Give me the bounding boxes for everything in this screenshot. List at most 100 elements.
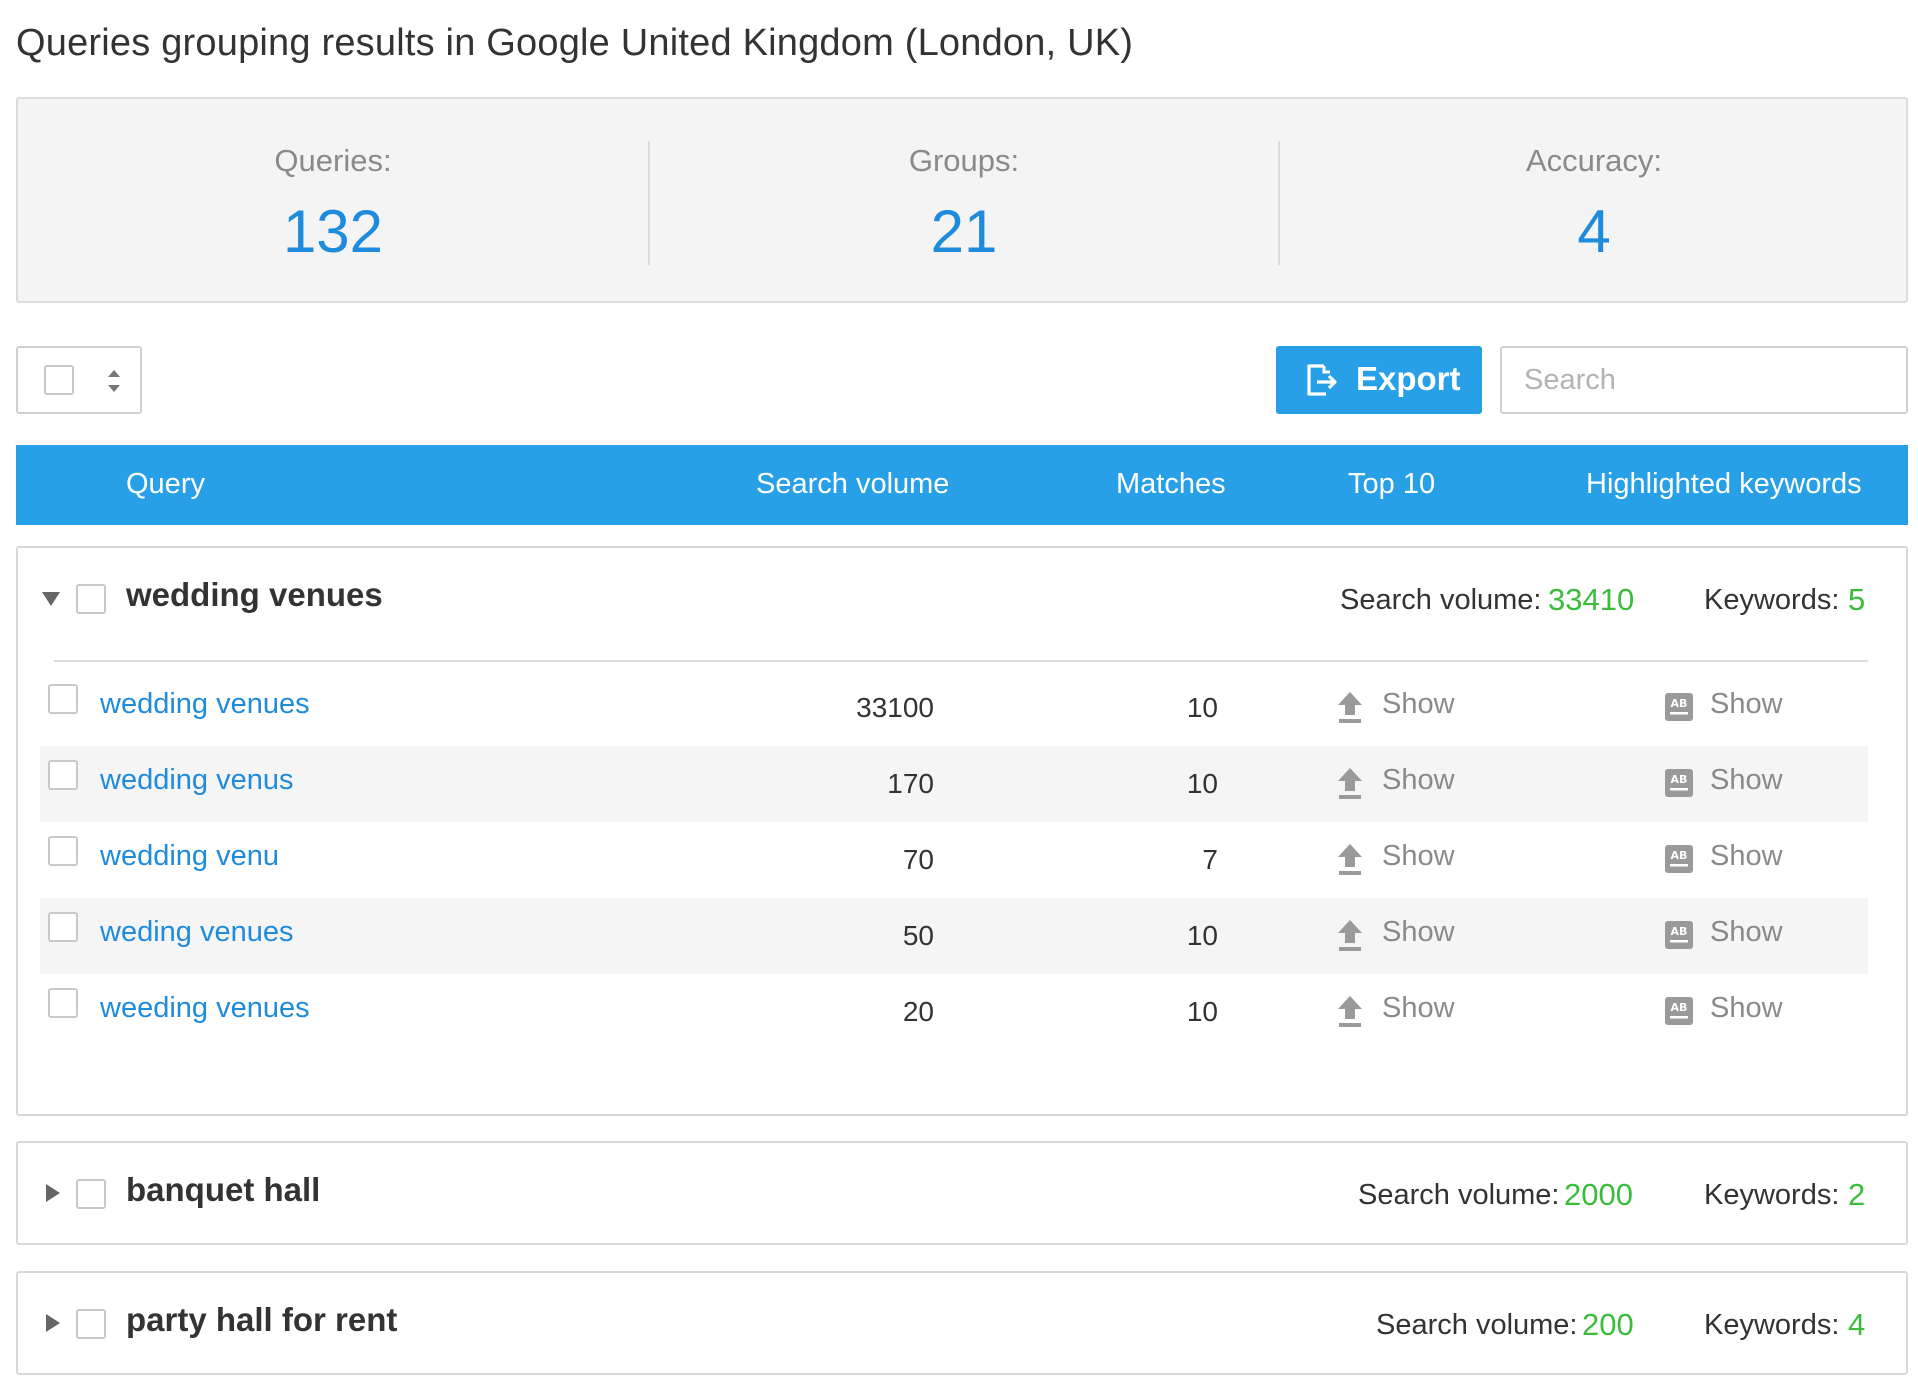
- search-volume-cell: 50: [902, 920, 934, 951]
- ab-text-icon[interactable]: AB: [1664, 996, 1694, 1026]
- row-checkbox[interactable]: [48, 836, 78, 866]
- svg-text:AB: AB: [1671, 1001, 1688, 1014]
- stat-groups-value: 21: [930, 198, 998, 265]
- group-keywords-label: Keywords:: [1704, 584, 1840, 616]
- group-checkbox[interactable]: [76, 1309, 106, 1339]
- group-search-volume-label: Search volume:: [1340, 584, 1542, 616]
- upload-arrow-icon[interactable]: [1336, 690, 1364, 724]
- query-link[interactable]: weding venues: [100, 916, 293, 949]
- select-all-dropdown[interactable]: [16, 346, 142, 414]
- row-checkbox[interactable]: [48, 912, 78, 942]
- page-root: Queries grouping results in Google Unite…: [0, 0, 1918, 1387]
- stat-accuracy-value: 4: [1577, 198, 1611, 265]
- ab-text-icon[interactable]: AB: [1664, 768, 1694, 798]
- table-header: Query Search volume Matches Top 10 Highl…: [16, 445, 1908, 525]
- header-top10[interactable]: Top 10: [1348, 468, 1435, 501]
- caret-down-icon[interactable]: [42, 592, 60, 606]
- svg-text:AB: AB: [1671, 773, 1688, 786]
- top10-show-link[interactable]: Show: [1382, 764, 1455, 797]
- sort-arrows-icon[interactable]: [104, 364, 124, 398]
- svg-text:AB: AB: [1671, 697, 1688, 710]
- header-highlighted-keywords[interactable]: Highlighted keywords: [1586, 468, 1862, 501]
- top10-show-link[interactable]: Show: [1382, 840, 1455, 873]
- ab-text-icon[interactable]: AB: [1664, 920, 1694, 950]
- group-keywords-label: Keywords:: [1704, 1309, 1840, 1341]
- group-keywords-label: Keywords:: [1704, 1179, 1840, 1211]
- highlighted-show-link[interactable]: Show: [1710, 764, 1783, 797]
- header-search-volume[interactable]: Search volume: [756, 468, 949, 501]
- group-wedding-venues: wedding venues Search volume: 33410 Keyw…: [16, 546, 1908, 1116]
- group-title[interactable]: party hall for rent: [126, 1301, 397, 1339]
- stats-panel: Queries: 132 Groups: 21 Accuracy: 4: [16, 97, 1908, 303]
- stat-accuracy: Accuracy: 4: [1279, 99, 1909, 305]
- stat-accuracy-label: Accuracy:: [1525, 143, 1663, 178]
- top10-show-link[interactable]: Show: [1382, 916, 1455, 949]
- query-link[interactable]: wedding venus: [100, 764, 293, 797]
- stat-queries-value: 132: [282, 198, 384, 265]
- matches-cell: 10: [1186, 692, 1218, 723]
- upload-arrow-icon[interactable]: [1336, 918, 1364, 952]
- group-keywords-value: 5: [1848, 582, 1866, 617]
- caret-right-icon[interactable]: [46, 1314, 60, 1332]
- table-row: wedding venus 170 10 Show AB Show: [40, 746, 1868, 822]
- top10-show-link[interactable]: Show: [1382, 688, 1455, 721]
- group-search-volume-value: 200: [1582, 1307, 1634, 1342]
- query-link[interactable]: weeding venues: [100, 992, 310, 1025]
- stat-groups-label: Groups:: [908, 143, 1020, 178]
- svg-text:AB: AB: [1671, 849, 1688, 862]
- export-label: Export: [1356, 360, 1461, 397]
- header-matches[interactable]: Matches: [1116, 468, 1226, 501]
- stat-queries: Queries: 132: [18, 99, 648, 305]
- upload-arrow-icon[interactable]: [1336, 766, 1364, 800]
- ab-text-icon[interactable]: AB: [1664, 692, 1694, 722]
- table-row: weding venues 50 10 Show AB Show: [40, 898, 1868, 974]
- table-row: wedding venues 33100 10 Show AB Show: [40, 670, 1868, 746]
- group-keywords-value: 4: [1848, 1307, 1866, 1342]
- group-search-volume-value: 33410: [1548, 582, 1635, 617]
- search-volume-cell: 33100: [856, 692, 934, 723]
- search-volume-cell: 170: [887, 768, 934, 799]
- matches-cell: 10: [1186, 996, 1218, 1027]
- search-volume-cell: 20: [902, 996, 934, 1027]
- query-link[interactable]: wedding venu: [100, 840, 279, 873]
- group-checkbox[interactable]: [76, 584, 106, 614]
- matches-cell: 7: [1202, 844, 1218, 875]
- caret-right-icon[interactable]: [46, 1184, 60, 1202]
- search-volume-cell: 70: [902, 844, 934, 875]
- matches-cell: 10: [1186, 768, 1218, 799]
- row-checkbox[interactable]: [48, 684, 78, 714]
- highlighted-show-link[interactable]: Show: [1710, 992, 1783, 1025]
- top10-show-link[interactable]: Show: [1382, 992, 1455, 1025]
- ab-text-icon[interactable]: AB: [1664, 844, 1694, 874]
- row-checkbox[interactable]: [48, 760, 78, 790]
- matches-cell: 10: [1186, 920, 1218, 951]
- group-divider: [54, 660, 1868, 662]
- page-title: Queries grouping results in Google Unite…: [16, 22, 1134, 64]
- upload-arrow-icon[interactable]: [1336, 842, 1364, 876]
- group-keywords-value: 2: [1848, 1177, 1866, 1212]
- stat-groups: Groups: 21: [649, 99, 1279, 305]
- svg-text:AB: AB: [1671, 925, 1688, 938]
- highlighted-show-link[interactable]: Show: [1710, 840, 1783, 873]
- export-button[interactable]: Export: [1276, 346, 1482, 414]
- select-all-checkbox[interactable]: [44, 365, 74, 395]
- stat-queries-label: Queries:: [274, 143, 392, 178]
- highlighted-show-link[interactable]: Show: [1710, 916, 1783, 949]
- upload-arrow-icon[interactable]: [1336, 994, 1364, 1028]
- row-checkbox[interactable]: [48, 988, 78, 1018]
- table-row: wedding venu 70 7 Show AB Show: [40, 822, 1868, 898]
- export-icon: [1307, 364, 1337, 396]
- group-search-volume-value: 2000: [1564, 1177, 1633, 1212]
- group-search-volume-label: Search volume:: [1376, 1309, 1578, 1341]
- search-input[interactable]: [1500, 346, 1908, 414]
- group-party-hall-for-rent: party hall for rent Search volume: 200 K…: [16, 1271, 1908, 1375]
- group-title[interactable]: wedding venues: [126, 576, 383, 614]
- highlighted-show-link[interactable]: Show: [1710, 688, 1783, 721]
- query-link[interactable]: wedding venues: [100, 688, 310, 721]
- group-banquet-hall: banquet hall Search volume: 2000 Keyword…: [16, 1141, 1908, 1245]
- header-query[interactable]: Query: [126, 468, 205, 501]
- group-search-volume-label: Search volume:: [1358, 1179, 1560, 1211]
- table-row: weeding venues 20 10 Show AB Show: [40, 974, 1868, 1050]
- group-title[interactable]: banquet hall: [126, 1171, 320, 1209]
- group-checkbox[interactable]: [76, 1179, 106, 1209]
